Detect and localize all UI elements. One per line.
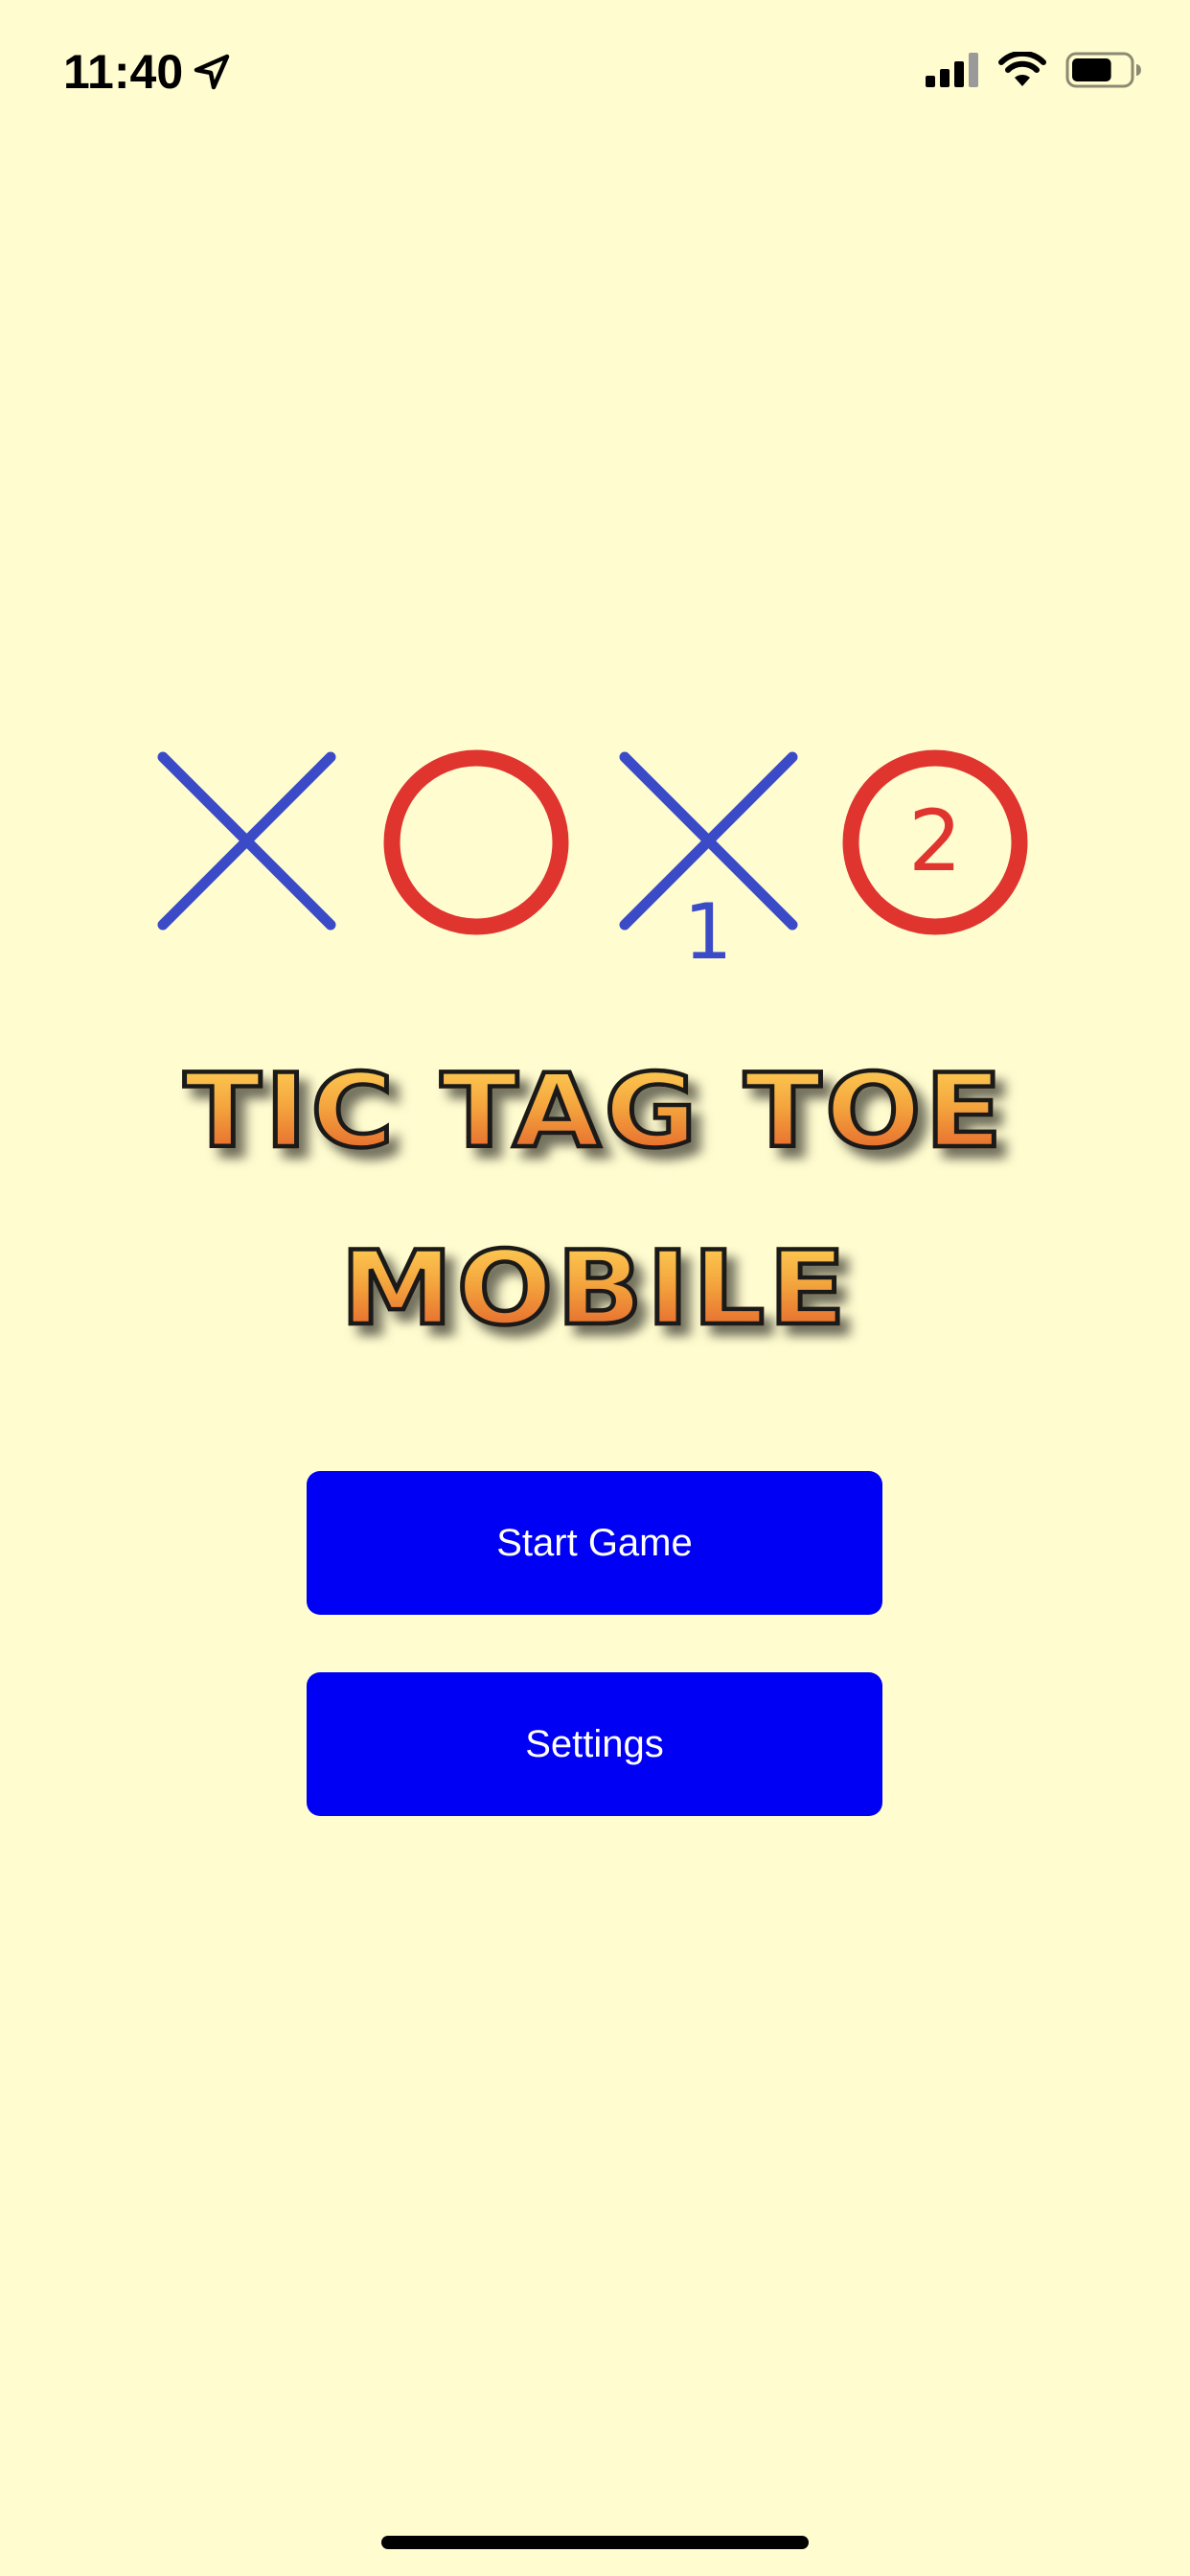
location-arrow-icon: [193, 53, 231, 91]
player-two-label: 2: [908, 792, 962, 890]
battery-icon: [1065, 52, 1142, 93]
status-time-group: 11:40: [63, 38, 231, 105]
game-title: TIC TAG TOE MOBILE: [0, 1035, 1190, 1380]
settings-button[interactable]: Settings: [307, 1672, 882, 1816]
status-bar: 11:40: [0, 0, 1190, 144]
xoxo-logo-graphic: 1 2: [157, 749, 1028, 977]
wifi-icon: [998, 50, 1046, 93]
status-icons: [926, 48, 1142, 96]
x-mark-icon: [157, 751, 336, 931]
title-line-1: TIC TAG TOE: [0, 1058, 1190, 1164]
start-game-button[interactable]: Start Game: [307, 1471, 882, 1615]
home-indicator[interactable]: [381, 2536, 809, 2549]
status-time: 11:40: [63, 45, 184, 99]
x-mark-player-one-icon: 1: [619, 751, 798, 977]
xoxo-logo: 1 2: [153, 743, 1035, 977]
cellular-signal-icon: [926, 52, 979, 92]
o-mark-icon: [383, 749, 569, 935]
o-mark-player-two-icon: 2: [842, 749, 1028, 935]
title-line-2: MOBILE: [0, 1235, 1190, 1342]
player-one-label: 1: [684, 887, 733, 973]
